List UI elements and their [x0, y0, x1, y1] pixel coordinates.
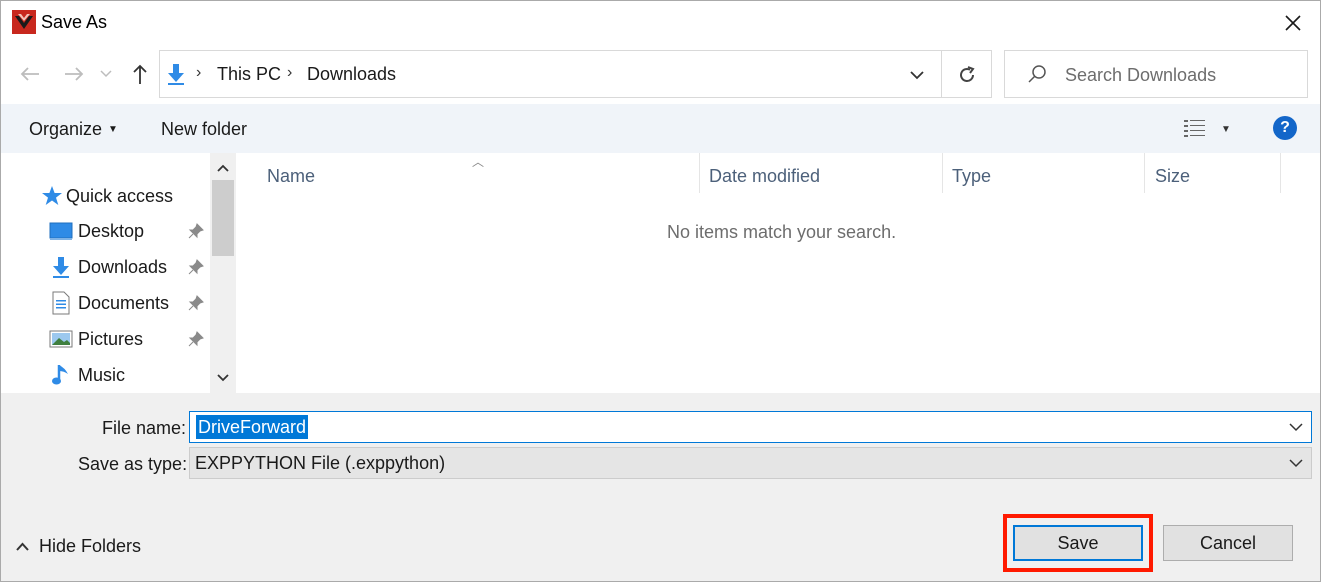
pin-icon: [188, 331, 204, 347]
chevron-down-icon: [100, 70, 112, 78]
new-folder-button[interactable]: New folder: [161, 119, 247, 140]
chevron-up-icon: [16, 542, 29, 551]
music-note-icon: [49, 363, 73, 387]
column-divider: [1144, 153, 1145, 193]
scroll-up-button[interactable]: [210, 155, 236, 181]
recent-locations-button[interactable]: [98, 62, 114, 86]
chevron-down-icon: [1289, 422, 1303, 431]
pin-icon: [188, 259, 204, 275]
desktop-icon: [49, 219, 73, 243]
address-dropdown-button[interactable]: [905, 63, 929, 87]
save-type-value: EXPPYTHON File (.exppython): [195, 453, 446, 473]
column-header-date-modified[interactable]: Date modified: [709, 166, 820, 187]
organize-button[interactable]: Organize ▼: [29, 119, 118, 140]
window-title: Save As: [41, 12, 108, 32]
nav-item-label: Music: [78, 364, 126, 385]
chevron-down-icon: [910, 70, 924, 79]
search-input[interactable]: Search Downloads: [1004, 50, 1308, 98]
navigation-pane: Quick access Desktop Downloads Documents: [0, 153, 236, 393]
chevron-down-icon: [217, 374, 229, 382]
column-header-type[interactable]: Type: [952, 166, 991, 187]
breadcrumb-separator: ›: [196, 64, 202, 81]
file-name-dropdown-button[interactable]: [1287, 418, 1305, 436]
column-divider: [699, 153, 700, 193]
up-button[interactable]: [128, 62, 152, 86]
nav-item-downloads[interactable]: Downloads: [0, 252, 210, 282]
nav-item-quick-access[interactable]: Quick access: [0, 181, 210, 211]
title-bar: Save As: [0, 0, 1321, 46]
file-list: ︿ Name Date modified Type Size No items …: [236, 153, 1321, 393]
nav-scrollbar[interactable]: [210, 153, 236, 393]
forward-button[interactable]: [62, 62, 86, 86]
pin-icon: [188, 223, 204, 239]
nav-item-label: Desktop: [78, 220, 145, 241]
save-button[interactable]: Save: [1013, 525, 1143, 561]
caret-down-icon: ▼: [108, 124, 118, 135]
nav-item-desktop[interactable]: Desktop: [0, 216, 210, 246]
document-icon: [49, 291, 73, 315]
save-type-dropdown-button[interactable]: [1287, 454, 1305, 472]
arrow-right-icon: [65, 67, 84, 81]
picture-icon: [49, 327, 73, 351]
address-bar[interactable]: › This PC › Downloads: [159, 50, 992, 98]
scroll-thumb[interactable]: [212, 180, 234, 256]
close-icon: [1285, 15, 1301, 31]
hide-folders-button[interactable]: Hide Folders: [16, 536, 141, 557]
refresh-icon: [960, 66, 975, 82]
nav-item-label: Quick access: [66, 185, 174, 206]
breadcrumb-separator: ›: [287, 64, 293, 81]
search-placeholder: Search Downloads: [1065, 65, 1217, 85]
back-button[interactable]: [18, 62, 42, 86]
help-button[interactable]: ?: [1273, 116, 1297, 140]
navigation-row: › This PC › Downloads Search Downloads: [0, 46, 1321, 104]
star-icon: [40, 184, 64, 208]
nav-item-pictures[interactable]: Pictures: [0, 324, 210, 354]
empty-message: No items match your search.: [667, 222, 897, 242]
save-type-label: Save as type:: [78, 454, 188, 474]
hide-folders-label: Hide Folders: [39, 536, 142, 556]
cancel-button[interactable]: Cancel: [1163, 525, 1293, 561]
nav-item-documents[interactable]: Documents: [0, 288, 210, 318]
column-divider: [1280, 153, 1281, 193]
column-header-size[interactable]: Size: [1155, 166, 1190, 187]
change-view-button[interactable]: ▼: [1183, 116, 1235, 142]
scroll-down-button[interactable]: [210, 365, 236, 391]
save-form: File name: DriveForward Save as type: EX…: [0, 393, 1321, 582]
save-type-select[interactable]: EXPPYTHON File (.exppython): [189, 447, 1312, 479]
chevron-down-icon: [1289, 458, 1303, 467]
column-divider: [942, 153, 943, 193]
arrow-left-icon: [20, 67, 39, 81]
nav-item-music[interactable]: Music: [0, 360, 210, 390]
column-header-name[interactable]: Name: [267, 166, 315, 187]
breadcrumb-downloads[interactable]: Downloads: [307, 64, 396, 85]
refresh-button[interactable]: [954, 63, 980, 87]
command-bar: Organize ▼ New folder ▼ ?: [0, 104, 1321, 153]
search-icon: [1027, 64, 1047, 89]
chevron-up-icon: [217, 164, 229, 172]
file-name-value: DriveForward: [196, 415, 309, 439]
breadcrumb-this-pc[interactable]: This PC: [217, 64, 281, 85]
pin-icon: [188, 295, 204, 311]
close-button[interactable]: [1275, 6, 1311, 40]
caret-down-icon: ▼: [1221, 123, 1231, 135]
organize-label: Organize: [29, 119, 103, 139]
download-arrow-icon: [166, 63, 186, 90]
arrow-up-icon: [133, 64, 147, 84]
file-name-label: File name:: [102, 418, 187, 438]
nav-item-label: Downloads: [78, 256, 168, 277]
sort-ascending-icon: ︿: [472, 155, 485, 169]
details-view-icon: [1184, 120, 1205, 137]
nav-item-label: Documents: [78, 292, 170, 313]
divider: [941, 51, 942, 97]
file-name-input[interactable]: DriveForward: [189, 411, 1312, 443]
app-logo-icon: [12, 10, 36, 34]
download-arrow-icon: [49, 255, 73, 279]
nav-item-label: Pictures: [78, 328, 144, 349]
